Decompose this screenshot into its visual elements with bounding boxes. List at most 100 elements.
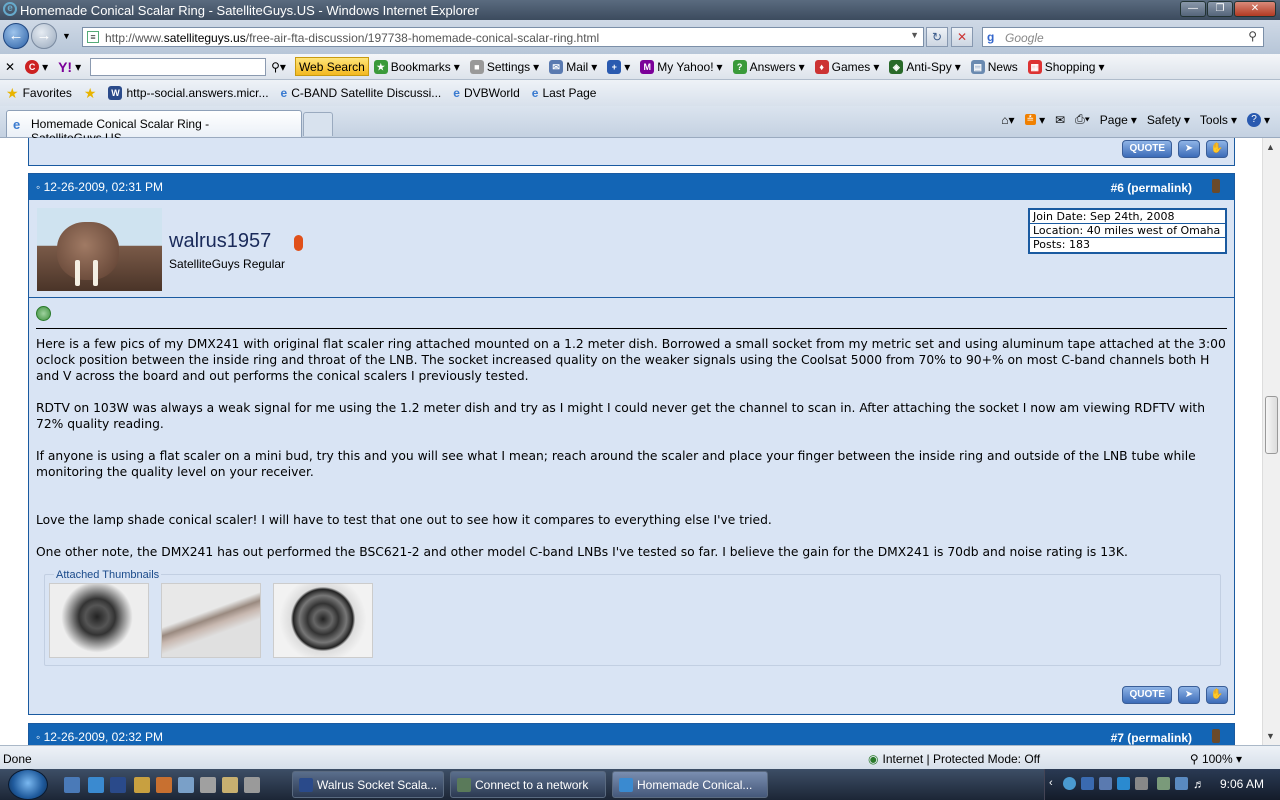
favorites-star-icon: ★ [6,84,19,101]
post-date: ◦ 12-26-2009, 02:32 PM [36,730,164,744]
refresh-button[interactable]: ↻ [926,27,948,47]
favorite-link-2[interactable]: e C-BAND Satellite Discussi... [275,86,448,100]
app-quicklaunch-icon[interactable] [178,777,194,793]
toolbar-mail[interactable]: ✉ Mail ▾ [544,56,602,78]
search-input[interactable]: g Google ⚲ [982,27,1264,47]
yahoo-search-icon[interactable]: ⚲▾ [266,56,291,78]
quote-button[interactable]: QUOTE [1122,686,1172,704]
yahoo-search-input[interactable] [90,57,267,76]
thanks-icon[interactable]: ✋ [1206,140,1228,158]
quote-button[interactable]: QUOTE [1122,140,1172,158]
volume-icon[interactable]: ♬ [1193,777,1206,791]
network-icon[interactable] [1175,777,1188,790]
toolbar-news[interactable]: ▤ News [966,56,1023,78]
ie-quicklaunch-icon[interactable] [88,777,104,793]
word-quicklaunch-icon[interactable] [110,777,126,793]
tray-icon[interactable] [1135,777,1148,790]
app-quicklaunch-icon[interactable] [222,777,238,793]
report-post-icon[interactable] [1212,179,1220,193]
toolbar-my-yahoo[interactable]: M My Yahoo! ▾ [635,56,727,78]
post-divider [36,328,1227,329]
toolbar-add-icon[interactable]: + ▾ [602,56,635,78]
tray-icon[interactable] [1063,777,1076,790]
tab-active[interactable]: e Homemade Conical Scalar Ring - Satelli… [6,110,302,145]
feeds-icon[interactable]: ≛ ▾ [1024,113,1045,127]
explorer-quicklaunch-icon[interactable] [134,777,150,793]
favorites-button[interactable]: ★ Favorites [0,85,78,102]
forward-button[interactable]: → [31,23,57,49]
read-mail-icon[interactable]: ✉ [1055,113,1065,127]
app-quicklaunch-icon[interactable] [244,777,260,793]
home-icon[interactable]: ⌂▾ [1001,113,1014,127]
tray-icon[interactable] [1099,777,1112,790]
navigation-bar: ← → ▼ ≡ http://www.satelliteguys.us/free… [0,20,1280,54]
vertical-scrollbar[interactable]: ▲ ▼ [1262,138,1280,745]
recent-pages-dropdown[interactable]: ▼ [62,31,71,41]
search-icon[interactable]: ⚲ [1248,29,1257,43]
previous-post-footer: QUOTE ➤ ✋ [28,138,1235,166]
show-desktop-icon[interactable] [64,777,80,793]
app-quicklaunch-icon[interactable] [200,777,216,793]
add-favorite-icon[interactable]: ★ [78,85,103,102]
address-bar[interactable]: ≡ http://www.satelliteguys.us/free-air-f… [82,27,924,47]
thumbnail-image[interactable] [161,583,261,658]
clock[interactable]: 9:06 AM [1220,777,1264,791]
safety-menu[interactable]: Safety ▾ [1147,113,1190,127]
username[interactable]: walrus1957 [169,230,271,253]
user-avatar[interactable] [37,208,162,291]
network-icon[interactable] [1157,777,1170,790]
thanks-icon[interactable]: ✋ [1206,686,1228,704]
scrollbar-thumb[interactable] [1265,396,1278,454]
stop-button[interactable]: ✕ [951,27,973,47]
favorite-link-4[interactable]: e Last Page [526,86,603,100]
address-dropdown-icon[interactable]: ▼ [910,30,919,40]
web-search-button[interactable]: Web Search [294,57,369,76]
page-menu[interactable]: Page ▾ [1100,113,1137,127]
chrome-icon[interactable]: C ▾ [20,56,53,78]
maximize-button[interactable]: ❐ [1207,1,1233,17]
post-permalink[interactable]: #7 (permalink) [1111,731,1192,745]
multiquote-icon[interactable]: ➤ [1178,686,1200,704]
security-zone[interactable]: ◉ Internet | Protected Mode: Off [868,752,1040,766]
thumbnail-image[interactable] [49,583,149,658]
toolbar-shopping[interactable]: ▦ Shopping ▾ [1023,56,1110,78]
app-quicklaunch-icon[interactable] [156,777,172,793]
post-header: ◦ 12-26-2009, 02:31 PM #6 (permalink) [29,174,1234,200]
minimize-button[interactable]: — [1180,1,1206,17]
tray-expand-icon[interactable]: ‹ [1049,777,1062,790]
bluetooth-icon[interactable] [1117,777,1130,790]
report-post-icon[interactable] [1212,729,1220,743]
status-bar: Done ◉ Internet | Protected Mode: Off ⚲ 1… [0,745,1280,769]
taskbar-item[interactable]: Connect to a network [450,771,606,798]
tools-menu[interactable]: Tools ▾ [1200,113,1237,127]
multiquote-icon[interactable]: ➤ [1178,140,1200,158]
toolbar-close-icon[interactable]: ✕ [0,56,20,78]
close-window-button[interactable]: ✕ [1234,1,1276,17]
back-button[interactable]: ← [3,23,29,49]
windows-taskbar: Walrus Socket Scala... Connect to a netw… [0,769,1280,800]
toolbar-answers[interactable]: ? Answers ▾ [728,56,810,78]
toolbar-anti-spy[interactable]: ◈ Anti-Spy ▾ [884,56,965,78]
attached-thumbnails: Attached Thumbnails [44,567,1221,666]
taskbar-item-active[interactable]: Homemade Conical... [612,771,768,798]
toolbar-bookmarks[interactable]: ★ Bookmarks ▾ [369,56,465,78]
post-paragraph: Here is a few pics of my DMX241 with ori… [36,337,1226,383]
tray-icon[interactable] [1081,777,1094,790]
forum-post-next: ◦ 12-26-2009, 02:32 PM #7 (permalink) [28,723,1235,745]
start-button[interactable] [8,769,48,800]
favorite-link-1[interactable]: Whttp--social.answers.micr... [102,86,274,100]
google-icon: g [987,30,995,44]
zoom-level[interactable]: ⚲ 100% ▾ [1190,752,1242,766]
toolbar-settings[interactable]: ■ Settings ▾ [465,56,544,78]
taskbar-item[interactable]: Walrus Socket Scala... [292,771,444,798]
toolbar-games[interactable]: ♦ Games ▾ [810,56,885,78]
scroll-down-icon[interactable]: ▼ [1266,731,1275,741]
yahoo-logo[interactable]: Y! ▾ [53,56,86,78]
favorite-link-3[interactable]: e DVBWorld [447,86,525,100]
help-icon[interactable]: ? ▾ [1246,112,1270,127]
print-icon[interactable]: ⎙▾ [1075,112,1090,127]
thumbnail-image[interactable] [273,583,373,658]
post-permalink[interactable]: #6 (permalink) [1111,181,1192,195]
new-tab-button[interactable] [303,112,333,136]
scroll-up-icon[interactable]: ▲ [1266,142,1275,152]
